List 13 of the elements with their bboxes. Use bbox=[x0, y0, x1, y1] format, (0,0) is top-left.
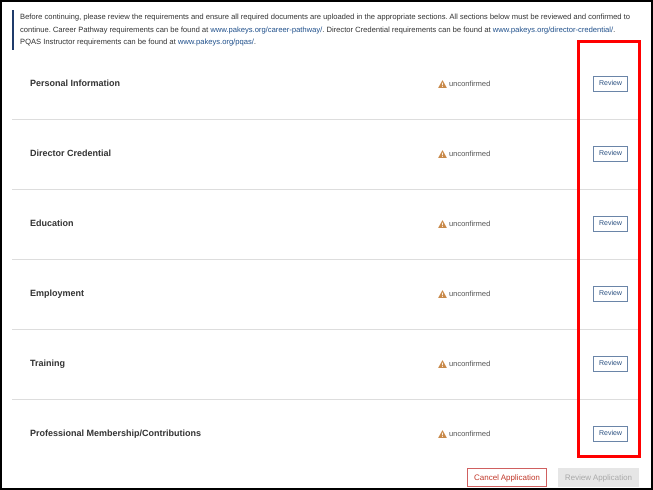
warning-icon bbox=[438, 220, 447, 228]
warning-icon bbox=[438, 430, 447, 438]
warning-icon bbox=[438, 290, 447, 298]
warning-icon bbox=[438, 150, 447, 158]
cancel-button[interactable]: Cancel Application bbox=[467, 468, 547, 486]
warning-icon bbox=[438, 80, 447, 88]
section-title: Education bbox=[29, 217, 75, 230]
section-title: Director Credential bbox=[29, 147, 112, 160]
section-title: Professional Membership/Contributions bbox=[29, 426, 202, 440]
section-title: Training bbox=[29, 357, 66, 370]
warning-icon bbox=[438, 360, 447, 368]
section-title: Personal Information bbox=[29, 77, 122, 90]
section-title: Employment bbox=[29, 287, 86, 300]
